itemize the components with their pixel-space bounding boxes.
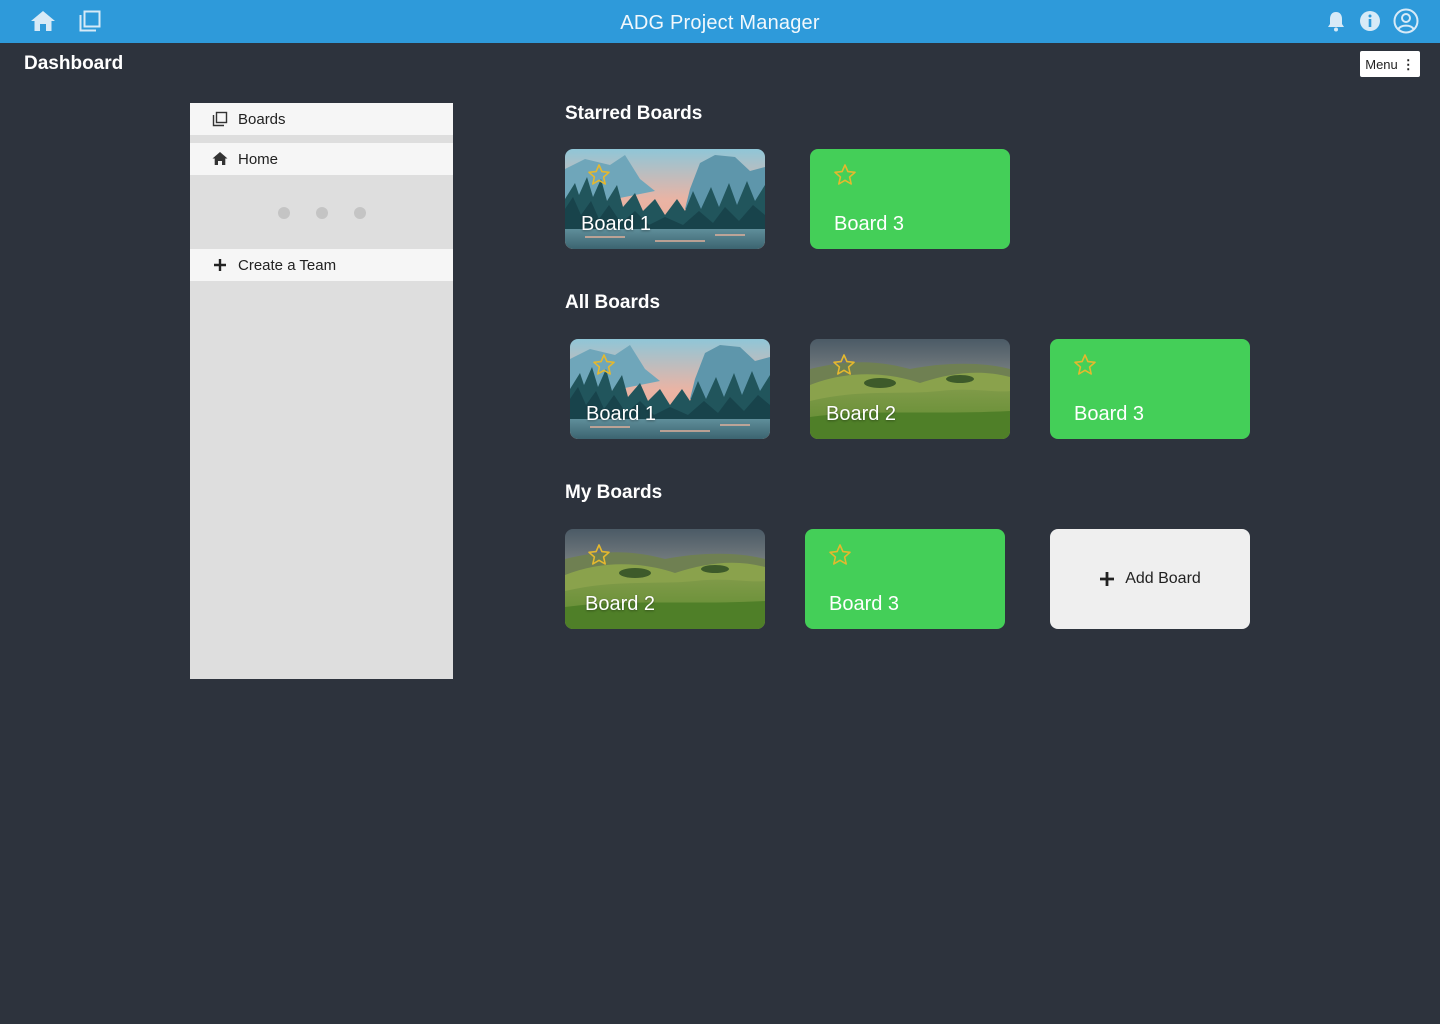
add-board-button[interactable]: Add Board xyxy=(1050,529,1250,629)
board-card-starred-2[interactable]: Board 3 xyxy=(810,149,1010,249)
menu-button-label: Menu xyxy=(1365,56,1398,72)
loading-dot xyxy=(315,207,328,219)
plus-icon xyxy=(1100,572,1115,586)
board-title: Board 2 xyxy=(826,403,897,425)
board-card-mine-2[interactable]: Board 3 xyxy=(805,529,1005,629)
board-card-starred-1[interactable]: Board 1 xyxy=(565,149,765,249)
board-title: Board 1 xyxy=(586,403,657,425)
add-board-label: Add Board xyxy=(1125,570,1201,587)
info-icon[interactable] xyxy=(1357,8,1383,34)
sidebar-item-boards[interactable]: Boards xyxy=(190,103,453,135)
star-outline-icon[interactable] xyxy=(587,163,611,187)
board-card-all-1[interactable]: Board 1 xyxy=(570,339,770,439)
star-outline-icon[interactable] xyxy=(1073,353,1097,377)
more-vert-icon: ⋮ xyxy=(1401,56,1415,72)
top-app-bar: ADG Project Manager xyxy=(0,0,1440,43)
sidebar: Boards Home Create a Team xyxy=(190,103,453,679)
board-card-all-3[interactable]: Board 3 xyxy=(1050,339,1250,439)
board-title: Board 3 xyxy=(829,593,900,615)
board-title: Board 2 xyxy=(585,593,656,615)
menu-button[interactable]: Menu ⋮ xyxy=(1360,51,1420,77)
star-outline-icon[interactable] xyxy=(828,543,852,567)
sidebar-item-home[interactable]: Home xyxy=(190,143,453,175)
home-icon xyxy=(212,151,228,167)
section-title-mine: My Boards xyxy=(565,482,663,503)
star-outline-icon[interactable] xyxy=(587,543,611,567)
account-icon[interactable] xyxy=(1393,8,1419,34)
star-outline-icon[interactable] xyxy=(592,353,616,377)
section-title-starred: Starred Boards xyxy=(565,103,703,124)
board-title: Board 3 xyxy=(1074,403,1145,425)
section-title-all: All Boards xyxy=(565,292,661,313)
bell-icon[interactable] xyxy=(1323,8,1349,34)
loading-dot xyxy=(277,207,290,219)
boards-icon xyxy=(212,111,228,127)
sidebar-item-label: Home xyxy=(238,150,279,168)
sidebar-item-create-team[interactable]: Create a Team xyxy=(190,249,453,281)
app-title: ADG Project Manager xyxy=(620,12,820,34)
sidebar-item-label: Boards xyxy=(238,110,286,128)
sidebar-item-label: Create a Team xyxy=(238,256,337,274)
board-card-mine-1[interactable]: Board 2 xyxy=(565,529,765,629)
board-card-all-2[interactable]: Board 2 xyxy=(810,339,1010,439)
star-outline-icon[interactable] xyxy=(832,353,856,377)
page-title: Dashboard xyxy=(24,53,124,74)
plus-icon xyxy=(212,257,228,273)
loading-dot xyxy=(353,207,366,219)
star-outline-icon[interactable] xyxy=(833,163,857,187)
board-title: Board 3 xyxy=(834,213,905,235)
loading-indicator xyxy=(190,207,453,223)
board-title: Board 1 xyxy=(581,213,652,235)
